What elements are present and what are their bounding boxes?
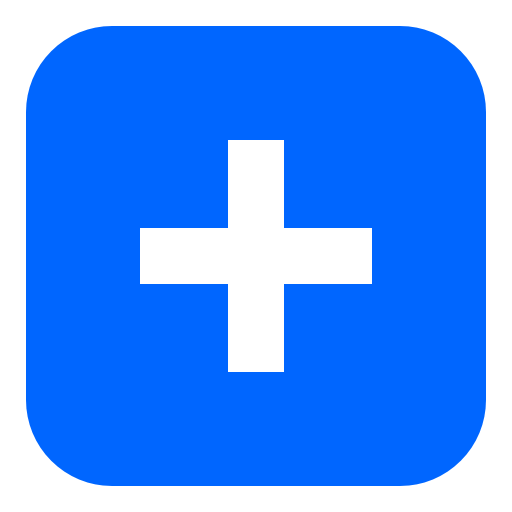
plus-icon (26, 26, 486, 486)
plus-horizontal-bar (140, 228, 372, 284)
add-button[interactable] (26, 26, 486, 486)
canvas (0, 0, 512, 512)
